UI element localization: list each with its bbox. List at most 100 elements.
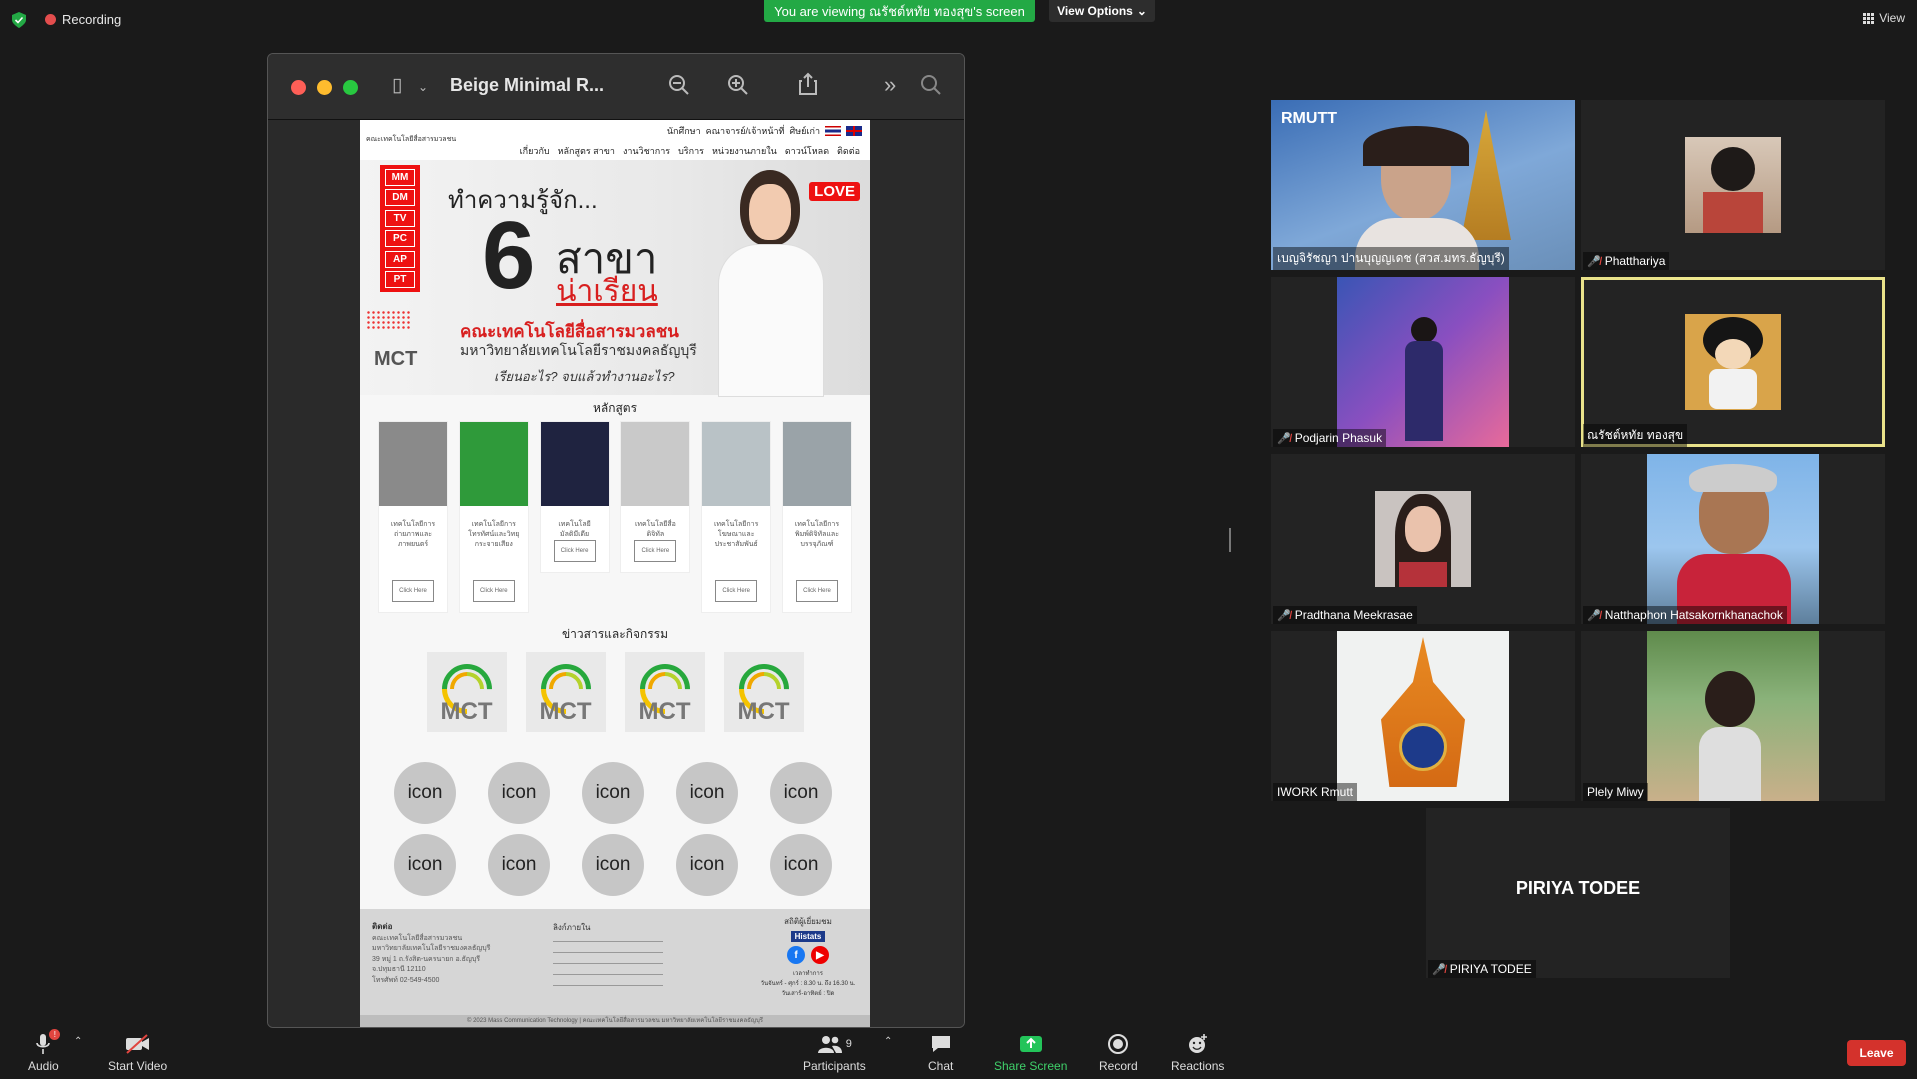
facebook-icon[interactable]: f <box>787 946 805 964</box>
participants-options-caret-icon[interactable]: ⌃ <box>884 1036 892 1047</box>
nav-item[interactable]: ศิษย์เก่า <box>790 124 821 138</box>
news-thumbnail[interactable]: MCT <box>426 652 507 732</box>
click-here-button[interactable]: Click Here <box>795 580 838 602</box>
recording-indicator[interactable]: Recording <box>45 12 121 27</box>
participant-tile[interactable]: PIRIYA TODEE 🎤̸ PIRIYA TODEE <box>1426 808 1730 978</box>
click-here-button[interactable]: Click Here <box>553 540 596 562</box>
audio-options-caret-icon[interactable]: ⌃ <box>74 1036 82 1047</box>
placeholder-icon[interactable]: icon <box>582 834 644 896</box>
nav-item[interactable]: บริการ <box>678 144 704 158</box>
uk-flag-icon[interactable] <box>846 126 862 136</box>
placeholder-icon[interactable]: icon <box>676 762 738 824</box>
program-badge: TV <box>385 209 415 227</box>
mic-muted-icon: 🎤̸ <box>1587 609 1601 622</box>
course-card: เทคโนโลยีการพิมพ์ดิจิทัลและบรรจุภัณฑ์ Cl… <box>781 421 852 613</box>
view-layout-button[interactable]: View <box>1863 11 1905 25</box>
program-badge: PC <box>385 230 415 248</box>
news-row: MCT MCT MCT MCT <box>360 652 870 732</box>
participants-label: Participants <box>803 1059 866 1073</box>
participants-count: 9 <box>845 1038 852 1050</box>
placeholder-icon[interactable]: icon <box>676 834 738 896</box>
zoom-out-icon[interactable] <box>668 74 690 96</box>
click-here-button[interactable]: Click Here <box>392 580 434 602</box>
nav-item[interactable]: หลักสูตร สาขา <box>558 144 615 158</box>
participant-name: Natthaphon Hatsakornkhanachok <box>1604 608 1783 622</box>
leave-button[interactable]: Leave <box>1847 1040 1906 1066</box>
sidebar-toggle-icon[interactable]: ▯ <box>392 74 402 97</box>
view-options-button[interactable]: View Options ⌄ <box>1049 0 1155 22</box>
participant-name: PIRIYA TODEE <box>1449 962 1532 976</box>
placeholder-icon[interactable]: icon <box>488 762 550 824</box>
placeholder-icon[interactable]: icon <box>770 834 832 896</box>
chat-button[interactable]: Chat <box>928 1032 953 1073</box>
avatar-body <box>1709 369 1757 409</box>
audio-button[interactable]: ! Audio <box>28 1029 61 1073</box>
participant-tile[interactable]: RMUTT เบญจิรัชญา ปานบุญญเดช (สวส.มทร.ธัญ… <box>1271 100 1575 270</box>
start-video-button[interactable]: Start Video <box>108 1032 167 1073</box>
participant-name-tag: Plely Miwy <box>1583 783 1648 801</box>
course-card: เทคโนโลยีการโทรทัศน์และวิทยุกระจายเสียง … <box>458 421 529 613</box>
chevron-down-icon[interactable]: ⌄ <box>418 80 428 94</box>
participants-button[interactable]: 9 Participants <box>803 1032 866 1073</box>
contact-line: มหาวิทยาลัยเทคโนโลยีราชมงคลธัญบุรี <box>372 945 491 952</box>
nav-item[interactable]: นักศึกษา <box>667 124 701 138</box>
program-badges: MM DM TV PC AP PT <box>380 165 420 292</box>
youtube-icon[interactable]: ▶ <box>811 946 829 964</box>
nav-item[interactable]: หน่วยงานภายใน <box>712 144 777 158</box>
reactions-button[interactable]: Reactions <box>1171 1032 1224 1073</box>
zoom-window-button[interactable] <box>343 80 358 95</box>
participant-tile[interactable]: IWORK Rmutt <box>1271 631 1575 801</box>
news-thumbnail[interactable]: MCT <box>525 652 606 732</box>
course-card: เทคโนโลยีมัลติมีเดีย Click Here <box>539 421 610 573</box>
news-thumbnail[interactable]: MCT <box>723 652 804 732</box>
participant-tile-active-speaker[interactable]: ณรัชต์หทัย ทองสุข <box>1581 277 1885 447</box>
record-button[interactable]: Record <box>1099 1032 1138 1073</box>
placeholder-icon[interactable]: icon <box>394 762 456 824</box>
placeholder-icon[interactable]: icon <box>582 762 644 824</box>
love-sticker: LOVE <box>809 182 860 201</box>
participant-name-tag: 🎤̸ Pradthana Meekrasae <box>1273 606 1417 624</box>
placeholder-icon[interactable]: icon <box>770 762 832 824</box>
zoom-in-icon[interactable] <box>727 74 749 96</box>
more-tools-icon[interactable]: » <box>884 72 896 98</box>
share-screen-button[interactable]: Share Screen <box>994 1032 1067 1073</box>
nav-item[interactable]: ติดต่อ <box>837 144 860 158</box>
nav-item[interactable]: คณาจารย์/เจ้าหน้าที่ <box>706 124 785 138</box>
placeholder-icon[interactable]: icon <box>394 834 456 896</box>
thai-flag-icon[interactable] <box>825 126 841 136</box>
share-screen-icon <box>1019 1032 1043 1056</box>
participant-tile[interactable]: 🎤̸ Pradthana Meekrasae <box>1271 454 1575 624</box>
participant-tile[interactable]: 🎤̸ Phatthariya <box>1581 100 1885 270</box>
document-page: คณะเทคโนโลยีสื่อสารมวลชน นักศึกษา คณาจาร… <box>360 120 870 1027</box>
histats-badge[interactable]: Histats <box>790 931 826 942</box>
panel-resize-handle[interactable] <box>1229 528 1231 552</box>
participant-tile[interactable]: Plely Miwy <box>1581 631 1885 801</box>
participant-tile[interactable]: 🎤̸ Podjarin Phasuk <box>1271 277 1575 447</box>
participant-tile[interactable]: 🎤̸ Natthaphon Hatsakornkhanachok <box>1581 454 1885 624</box>
click-here-button[interactable]: Click Here <box>634 540 677 562</box>
mct-logo: MCT <box>374 348 418 370</box>
program-badge: AP <box>385 250 415 268</box>
nav-item[interactable]: งานวิชาการ <box>623 144 670 158</box>
minimize-window-button[interactable] <box>317 80 332 95</box>
participant-name: Phatthariya <box>1604 254 1666 268</box>
nav-item[interactable]: เกี่ยวกับ <box>520 144 550 158</box>
placeholder-icon[interactable]: icon <box>488 834 550 896</box>
click-here-button[interactable]: Click Here <box>472 580 515 602</box>
page-footer: ติดต่อ คณะเทคโนโลยีสื่อสารมวลชน มหาวิทยา… <box>360 909 870 1027</box>
news-thumbnail[interactable]: MCT <box>624 652 705 732</box>
links-list <box>553 941 663 996</box>
courses-row: เทคโนโลยีการถ่ายภาพและภาพยนตร์ Click Her… <box>360 421 870 613</box>
search-icon[interactable] <box>920 74 942 96</box>
security-shield-icon[interactable] <box>12 12 26 28</box>
chat-icon <box>930 1032 952 1056</box>
close-window-button[interactable] <box>291 80 306 95</box>
share-icon[interactable] <box>798 72 818 96</box>
document-viewport[interactable]: คณะเทคโนโลยีสื่อสารมวลชน นักศึกษา คณาจาร… <box>268 120 964 1027</box>
nav-item[interactable]: ดาวน์โหลด <box>785 144 829 158</box>
click-here-button[interactable]: Click Here <box>715 580 758 602</box>
program-badge: DM <box>385 189 415 207</box>
hero-number: 6 <box>482 202 536 309</box>
participant-name: Plely Miwy <box>1587 785 1644 799</box>
course-name: เทคโนโลยีการถ่ายภาพและภาพยนตร์ <box>390 521 436 548</box>
